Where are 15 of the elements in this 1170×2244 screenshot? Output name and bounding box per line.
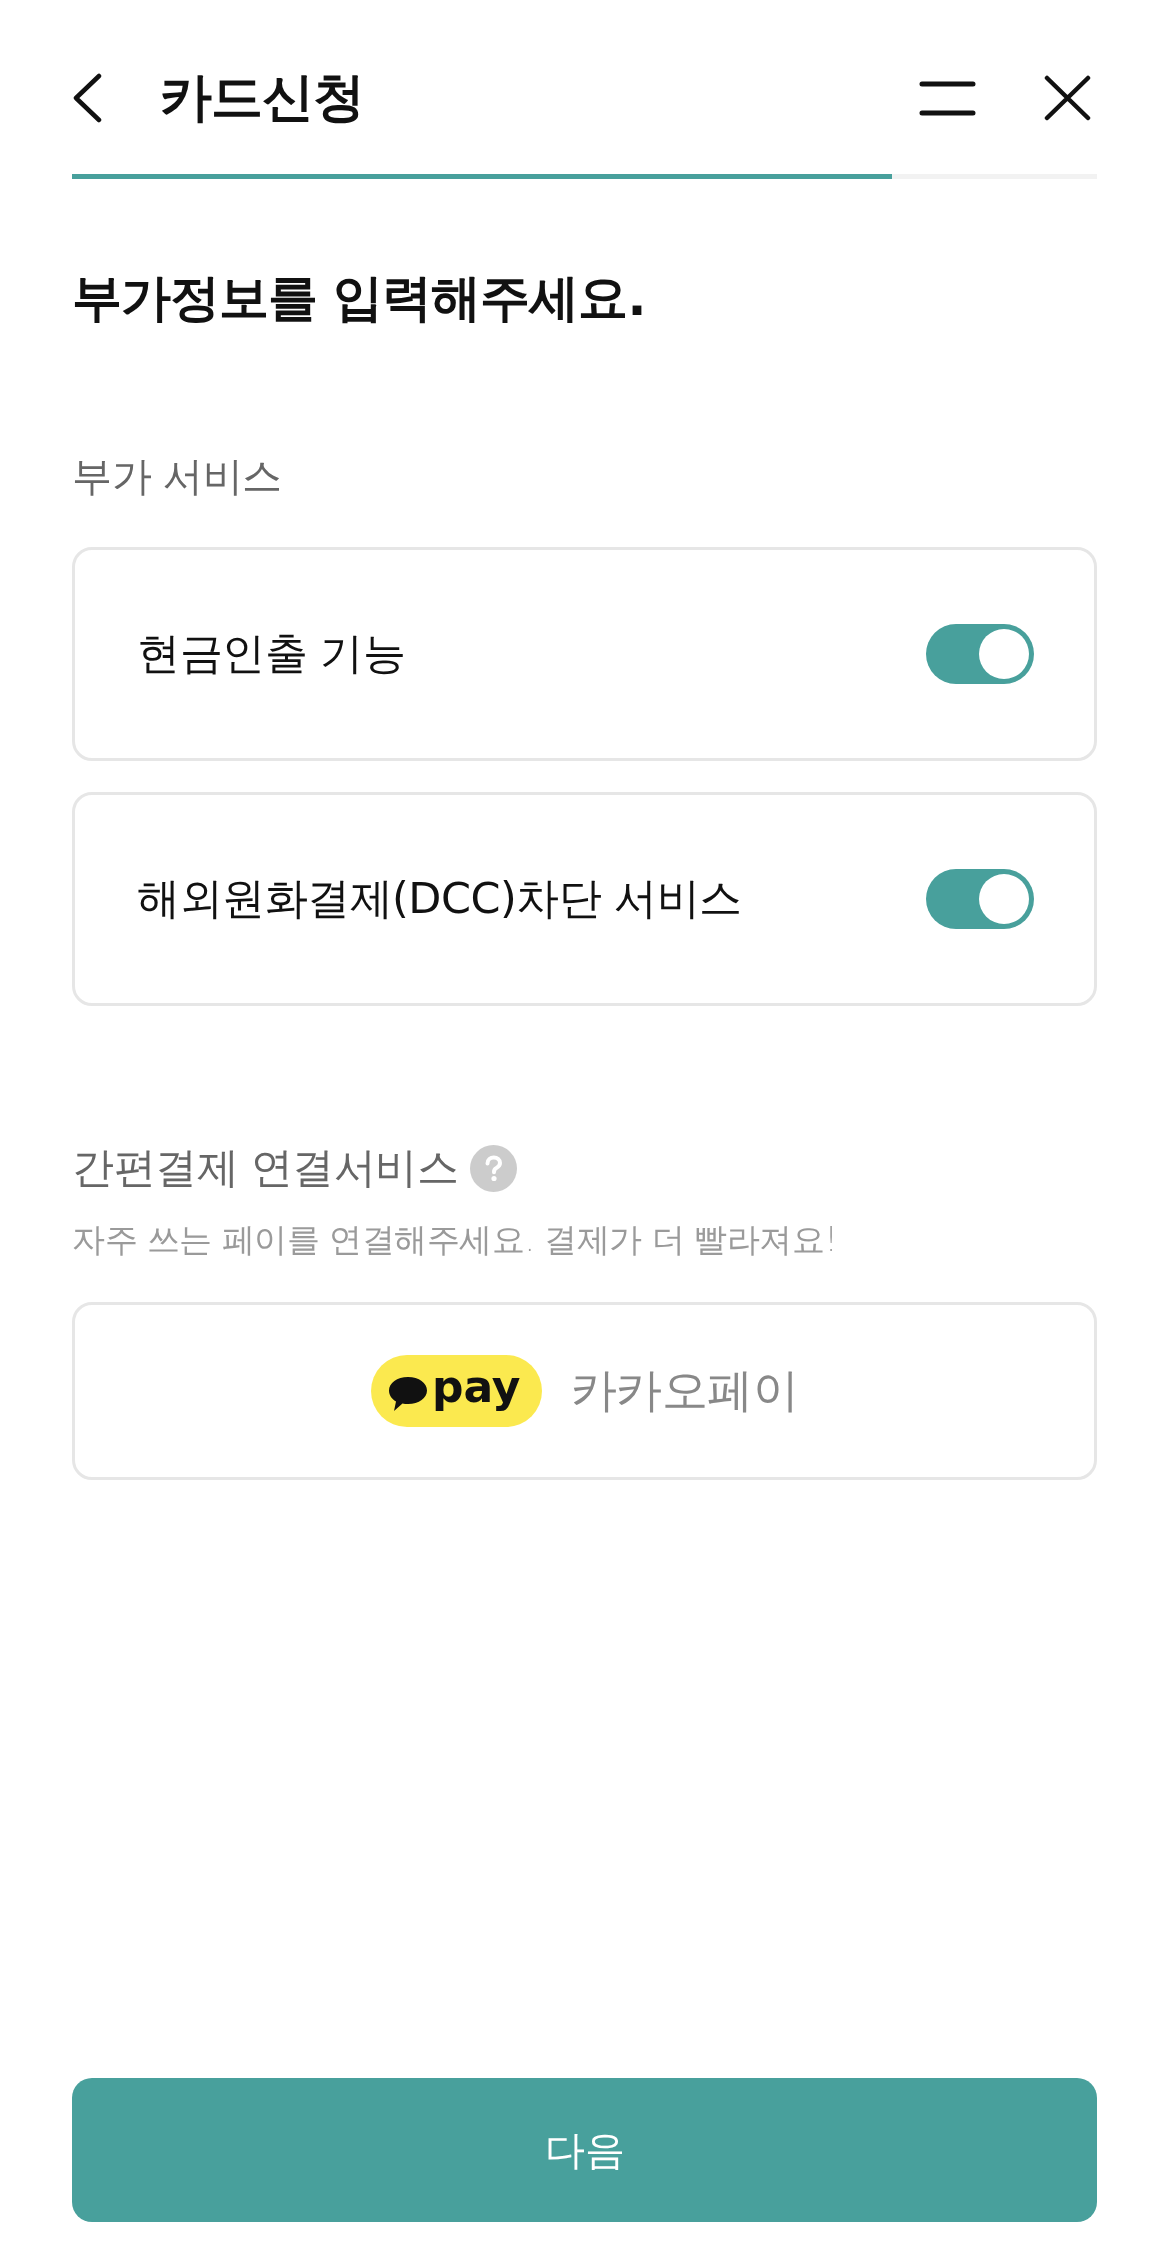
- service-label: 해외원화결제(DCC)차단 서비스: [137, 872, 743, 925]
- toggle-switch[interactable]: [926, 869, 1034, 929]
- pay-option-button[interactable]: pay 카카오페이: [72, 1302, 1097, 1480]
- section-description: 자주 쓰는 페이를 연결해주세요. 결제가 더 빨라져요!: [72, 1219, 839, 1261]
- page-heading: 부가정보를 입력해주세요.: [72, 268, 647, 328]
- back-icon[interactable]: [72, 73, 102, 123]
- section-title: 부가 서비스: [72, 452, 283, 501]
- section-title: 간편결제 연결서비스: [72, 1142, 459, 1194]
- toggle-switch[interactable]: [926, 624, 1034, 684]
- service-label: 현금인출 기능: [137, 627, 407, 680]
- speech-bubble-icon: [388, 1376, 428, 1412]
- pay-logo-text: pay: [432, 1365, 521, 1409]
- menu-icon[interactable]: [919, 80, 976, 116]
- page-title: 카드신청: [160, 66, 365, 129]
- close-icon[interactable]: [1044, 75, 1091, 121]
